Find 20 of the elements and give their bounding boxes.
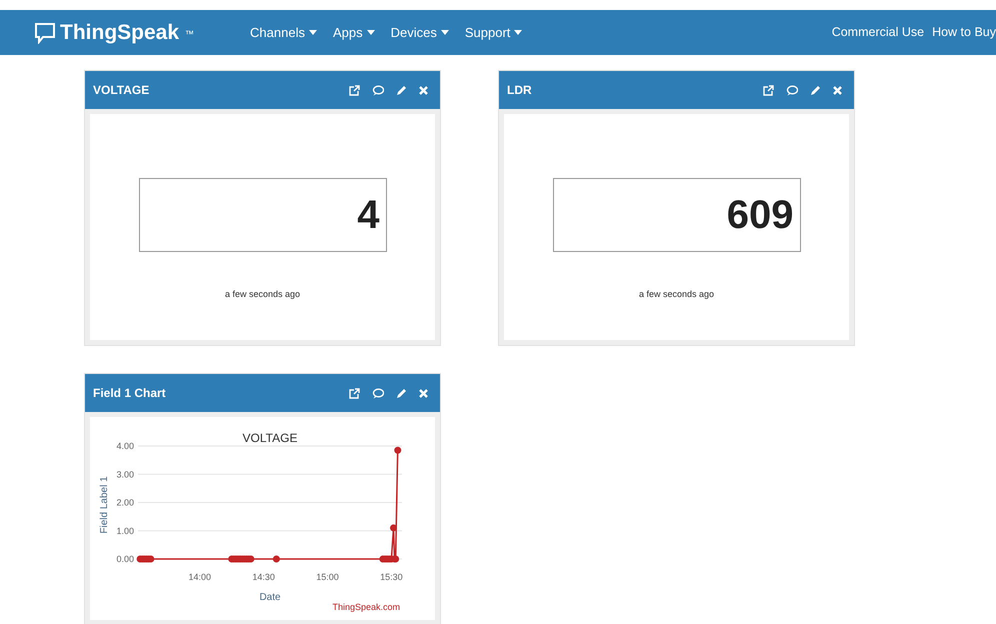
axis-tick-label: 15:30 [380,572,403,582]
update-time: a few seconds ago [638,288,714,301]
axis-title: Date [259,592,281,603]
axis-tick-label: 14:00 [188,572,211,582]
axis-tick-label: 2.00 [116,498,134,508]
widget-title: Field 1 Chart [93,385,166,402]
update-time: a few seconds ago [224,288,300,301]
trademark-sign: ™ [185,28,194,41]
chart-title: VOLTAGE [242,431,298,445]
axis-title: Field Label 1 [99,476,110,534]
axis-tick-label: 14:30 [252,572,275,582]
axis-tick-label: 4.00 [116,441,134,451]
widget-title: VOLTAGE [93,82,150,99]
axis-tick-label: 3.00 [116,469,134,480]
widget-title: LDR [507,82,532,99]
axis-tick-label: 1.00 [116,526,134,536]
axis-tick-label: 15:00 [316,572,339,582]
numeric-display: 4 [138,178,386,252]
axis-tick-label: 0.00 [116,554,134,564]
numeric-display: 609 [552,178,800,252]
